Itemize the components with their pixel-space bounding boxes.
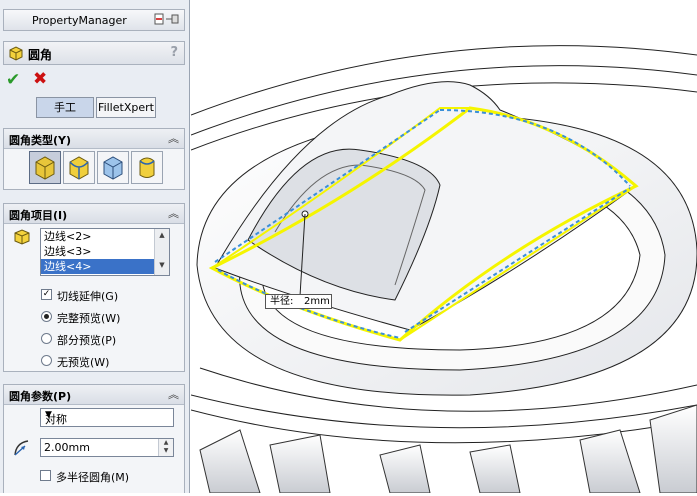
fillet-type-header[interactable]: 圆角类型(Y) ︽ xyxy=(4,129,184,149)
property-manager-panel: PropertyManager 圆角 ? ✔ ✖ 手工 FilletXpert … xyxy=(0,0,190,493)
radius-input[interactable]: 2.00mm ▲ ▼ xyxy=(40,438,174,457)
tab-filletxpert[interactable]: FilletXpert xyxy=(96,97,156,118)
fillet-items-group: 圆角项目(I) ︽ 边线<2> 边线<3> 边线<4> ▲ ▼ ✓ 切线延伸(G)… xyxy=(3,203,185,372)
fillet-type-group: 圆角类型(Y) ︽ xyxy=(3,128,185,190)
fillet-items-header[interactable]: 圆角项目(I) ︽ xyxy=(4,204,184,224)
full-round-fillet-button[interactable] xyxy=(131,151,163,184)
radius-value: 2.00mm xyxy=(44,441,90,454)
list-item[interactable]: 边线<2> xyxy=(41,229,169,244)
radius-icon xyxy=(14,440,29,456)
radius-callout-value: 2mm xyxy=(304,296,330,307)
fillet-method-select[interactable]: 对称 ▼ xyxy=(40,408,174,427)
partial-preview-label: 部分预览(P) xyxy=(57,334,117,347)
constant-size-fillet-button[interactable] xyxy=(29,151,61,184)
variable-size-fillet-button[interactable] xyxy=(63,151,95,184)
no-preview-label: 无预览(W) xyxy=(57,356,110,369)
constant-fillet-icon xyxy=(35,156,55,180)
list-item-selected[interactable]: 边线<4> xyxy=(41,259,169,274)
property-manager-title: PropertyManager xyxy=(32,14,127,27)
multi-radius-checkbox[interactable] xyxy=(40,470,51,481)
fillet-type-title: 圆角类型(Y) xyxy=(9,134,72,147)
face-fillet-icon xyxy=(103,156,123,180)
collapse-chevron-icon[interactable]: ︽ xyxy=(168,386,179,402)
collapse-chevron-icon[interactable]: ︽ xyxy=(168,130,179,146)
fillet-items-title: 圆角项目(I) xyxy=(9,209,68,222)
multi-radius-label: 多半径圆角(M) xyxy=(56,471,130,484)
edge-selection-icon xyxy=(14,229,30,245)
tab-manual[interactable]: 手工 xyxy=(36,97,94,118)
full-preview-radio[interactable] xyxy=(41,311,52,322)
list-item[interactable]: 边线<3> xyxy=(41,244,169,259)
no-preview-radio[interactable] xyxy=(41,355,52,366)
help-icon[interactable]: ? xyxy=(170,45,178,60)
fillet-params-group: 圆角参数(P) ︽ 对称 ▼ 2.00mm ▲ ▼ 多半径圆角(M) xyxy=(3,384,185,493)
ok-checkmark-button[interactable]: ✔ xyxy=(6,70,20,90)
feature-title-bar: 圆角 ? xyxy=(3,41,185,65)
pin-icon[interactable] xyxy=(154,12,180,26)
edges-listbox[interactable]: 边线<2> 边线<3> 边线<4> ▲ ▼ xyxy=(40,228,170,276)
variable-fillet-icon xyxy=(69,156,89,180)
graphics-viewport[interactable] xyxy=(190,0,697,494)
tangent-propagation-checkbox[interactable]: ✓ xyxy=(41,289,52,300)
fillet-params-title: 圆角参数(P) xyxy=(9,390,72,403)
full-round-fillet-icon xyxy=(139,157,155,178)
radius-callout-label: 半径: xyxy=(270,296,294,307)
full-preview-label: 完整预览(W) xyxy=(57,312,121,325)
fillet-feature-icon xyxy=(9,46,23,61)
feature-title: 圆角 xyxy=(28,48,53,62)
model-drawing[interactable] xyxy=(190,0,697,494)
property-manager-header: PropertyManager xyxy=(3,9,185,31)
listbox-scrollbar[interactable]: ▲ ▼ xyxy=(154,229,169,275)
bottom-ribs xyxy=(199,404,697,494)
radius-spinner[interactable]: ▲ ▼ xyxy=(158,439,173,456)
face-fillet-button[interactable] xyxy=(97,151,129,184)
fillet-params-header[interactable]: 圆角参数(P) ︽ xyxy=(4,385,184,405)
collapse-chevron-icon[interactable]: ︽ xyxy=(168,205,179,221)
cancel-x-button[interactable]: ✖ xyxy=(33,69,47,89)
chevron-down-icon: ▼ xyxy=(45,410,52,420)
radius-callout[interactable]: 半径: 2mm xyxy=(265,294,332,309)
tangent-propagation-label: 切线延伸(G) xyxy=(57,290,119,303)
partial-preview-radio[interactable] xyxy=(41,333,52,344)
